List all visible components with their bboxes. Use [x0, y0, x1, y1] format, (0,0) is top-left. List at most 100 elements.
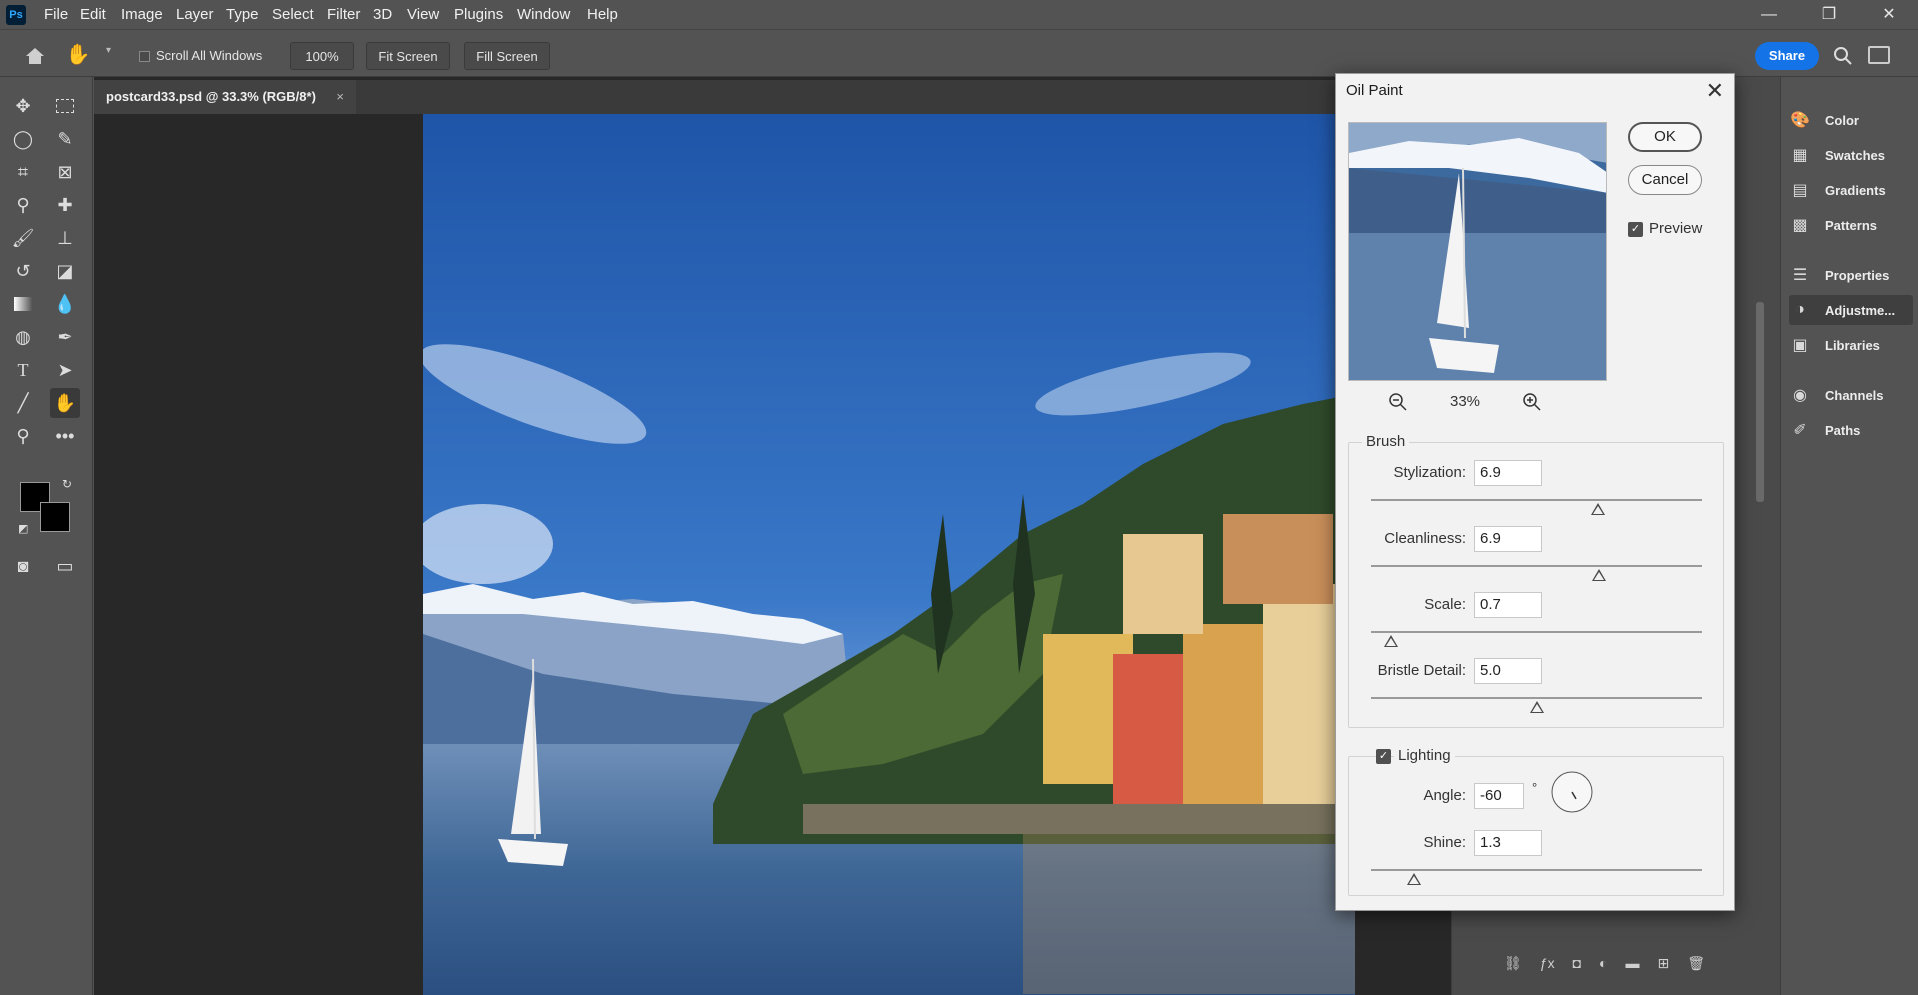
lighting-checkbox[interactable]: ✓ — [1376, 749, 1391, 764]
scrollbar[interactable] — [1756, 302, 1764, 502]
preview-checkbox[interactable]: ✓ — [1628, 222, 1643, 237]
blur-tool-icon[interactable]: 💧 — [50, 289, 80, 319]
more-tools-icon[interactable]: ••• — [50, 421, 80, 451]
cleanliness-slider-track[interactable] — [1371, 565, 1702, 567]
shine-slider-thumb[interactable] — [1407, 873, 1422, 885]
menu-image[interactable]: Image — [121, 0, 163, 30]
menu-edit[interactable]: Edit — [80, 0, 106, 30]
minimize-button[interactable]: — — [1740, 0, 1798, 30]
zoom-out-icon[interactable] — [1388, 392, 1408, 412]
hand-tool-icon[interactable]: ✋ — [64, 41, 92, 69]
panel-swatches[interactable]: ▦ Swatches — [1789, 140, 1913, 170]
panel-adjustments[interactable]: ◑ Adjustme... — [1789, 295, 1913, 325]
menu-layer[interactable]: Layer — [176, 0, 214, 30]
restore-button[interactable]: ❐ — [1800, 0, 1858, 30]
line-tool-icon[interactable]: ╱ — [8, 388, 38, 418]
marquee-tool-icon[interactable] — [50, 91, 80, 121]
swap-colors-icon[interactable]: ↻ — [62, 477, 72, 491]
eraser-tool-icon[interactable]: ◪ — [50, 256, 80, 286]
history-brush-tool-icon[interactable]: ↺ — [8, 256, 38, 286]
shine-input[interactable]: 1.3 — [1474, 830, 1542, 856]
tools-panel: ✥ ◯ ✎ ⌗ ⊠ ⚲ ✚ 🖌 ⊥ ↺ ◪ 💧 ◍ ✒ T ➤ ╱ ✋ ⚲ ••… — [0, 77, 93, 995]
photoshop-logo: Ps — [6, 5, 26, 25]
panel-paths[interactable]: ✐ Paths — [1789, 415, 1913, 445]
eyedropper-tool-icon[interactable]: ⚲ — [8, 190, 38, 220]
menu-file[interactable]: File — [44, 0, 68, 30]
move-tool-icon[interactable]: ✥ — [8, 91, 38, 121]
quick-mask-icon[interactable]: ◙ — [8, 551, 38, 581]
panel-libraries[interactable]: ▣ Libraries — [1789, 330, 1913, 360]
close-icon[interactable]: ✕ — [1706, 78, 1724, 104]
menu-select[interactable]: Select — [272, 0, 314, 30]
share-button[interactable]: Share — [1755, 42, 1819, 70]
stylization-slider-track[interactable] — [1371, 499, 1702, 501]
angle-input[interactable]: -60 — [1474, 783, 1524, 809]
link-layers-icon[interactable]: ⛓ — [1504, 955, 1522, 983]
panel-channels[interactable]: ◉ Channels — [1789, 380, 1913, 410]
frame-tool-icon[interactable]: ⊠ — [50, 157, 80, 187]
panel-properties[interactable]: ☰ Properties — [1789, 260, 1913, 290]
angle-dial[interactable] — [1550, 770, 1594, 814]
home-icon[interactable] — [22, 43, 48, 69]
panel-color[interactable]: 🎨 Color — [1789, 105, 1913, 135]
bristle-detail-input[interactable]: 5.0 — [1474, 658, 1542, 684]
fit-screen-button[interactable]: Fit Screen — [366, 42, 450, 70]
hand-tool-active-icon[interactable]: ✋ — [50, 388, 80, 418]
menu-type[interactable]: Type — [226, 0, 259, 30]
filter-preview[interactable] — [1348, 122, 1607, 381]
cleanliness-input[interactable]: 6.9 — [1474, 526, 1542, 552]
dodge-tool-icon[interactable]: ◍ — [8, 322, 38, 352]
menu-window[interactable]: Window — [517, 0, 570, 30]
shine-slider-track[interactable] — [1371, 869, 1702, 871]
search-icon[interactable] — [1832, 45, 1854, 67]
scale-slider-track[interactable] — [1371, 631, 1702, 633]
zoom-100-button[interactable]: 100% — [290, 42, 354, 70]
stylization-input[interactable]: 6.9 — [1474, 460, 1542, 486]
zoom-tool-icon[interactable]: ⚲ — [8, 421, 38, 451]
mask-icon[interactable]: ◘ — [1573, 955, 1581, 983]
scale-input[interactable]: 0.7 — [1474, 592, 1542, 618]
menu-3d[interactable]: 3D — [373, 0, 392, 30]
screen-mode-icon[interactable]: ▭ — [50, 551, 80, 581]
shine-label: Shine: — [1423, 834, 1466, 851]
chevron-down-icon[interactable]: ▾ — [106, 45, 111, 56]
menu-plugins[interactable]: Plugins — [454, 0, 503, 30]
workspace-icon[interactable] — [1868, 46, 1890, 64]
scroll-all-windows-checkbox[interactable] — [139, 51, 150, 62]
lasso-tool-icon[interactable]: ◯ — [8, 124, 38, 154]
healing-brush-tool-icon[interactable]: ✚ — [50, 190, 80, 220]
group-folder-icon[interactable]: ▬ — [1626, 955, 1640, 983]
background-color-swatch[interactable] — [40, 502, 70, 532]
fx-icon[interactable]: ƒx — [1540, 955, 1555, 983]
scale-slider-thumb[interactable] — [1384, 635, 1399, 647]
document-tab[interactable]: postcard33.psd @ 33.3% (RGB/8*) × — [94, 80, 356, 114]
canvas-image[interactable] — [423, 114, 1355, 995]
close-window-button[interactable]: ✕ — [1860, 0, 1918, 30]
panel-gradients[interactable]: ▤ Gradients — [1789, 175, 1913, 205]
path-selection-tool-icon[interactable]: ➤ — [50, 355, 80, 385]
clone-stamp-tool-icon[interactable]: ⊥ — [50, 223, 80, 253]
cancel-button[interactable]: Cancel — [1628, 165, 1702, 195]
crop-tool-icon[interactable]: ⌗ — [8, 157, 38, 187]
panel-patterns[interactable]: ▩ Patterns — [1789, 210, 1913, 240]
zoom-in-icon[interactable] — [1522, 392, 1542, 412]
adjustment-layer-icon[interactable]: ◐ — [1599, 955, 1607, 983]
quick-selection-tool-icon[interactable]: ✎ — [50, 124, 80, 154]
cleanliness-slider-thumb[interactable] — [1592, 569, 1607, 581]
default-colors-icon[interactable]: ◩ — [18, 522, 28, 535]
delete-layer-icon[interactable]: 🗑 — [1687, 955, 1705, 983]
brush-tool-icon[interactable]: 🖌 — [8, 223, 38, 253]
bristle-detail-slider-track[interactable] — [1371, 697, 1702, 699]
bristle-detail-slider-thumb[interactable] — [1529, 701, 1544, 713]
stylization-slider-thumb[interactable] — [1591, 503, 1606, 515]
ok-button[interactable]: OK — [1628, 122, 1702, 152]
menu-filter[interactable]: Filter — [327, 0, 360, 30]
new-layer-icon[interactable]: ⊞ — [1658, 955, 1670, 983]
gradient-tool-icon[interactable] — [8, 289, 38, 319]
type-tool-icon[interactable]: T — [8, 355, 38, 385]
close-tab-icon[interactable]: × — [336, 80, 344, 114]
pen-tool-icon[interactable]: ✒ — [50, 322, 80, 352]
menu-help[interactable]: Help — [587, 0, 618, 30]
menu-view[interactable]: View — [407, 0, 439, 30]
fill-screen-button[interactable]: Fill Screen — [464, 42, 550, 70]
